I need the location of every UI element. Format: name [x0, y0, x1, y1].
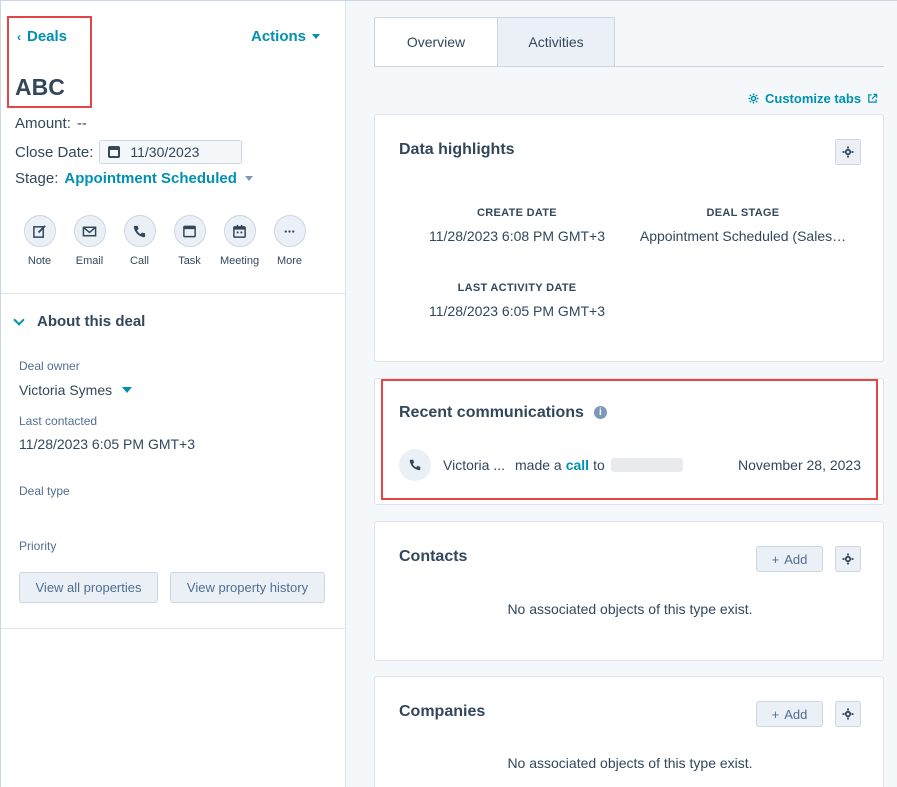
actions-dropdown[interactable]: Actions	[251, 28, 321, 45]
note-action[interactable]: Note	[23, 215, 56, 267]
meeting-action[interactable]: Meeting	[219, 215, 260, 267]
deal-owner-value: Victoria Symes	[19, 382, 113, 398]
deal-type-label: Deal type	[19, 484, 70, 498]
data-highlights-card: Data highlights CREATE DATE 11/28/2023 6…	[374, 114, 884, 362]
call-label: Call	[130, 255, 149, 267]
deal-owner-label: Deal owner	[19, 359, 80, 373]
create-date-value: 11/28/2023 6:08 PM GMT+3	[428, 228, 605, 244]
tab-bar: Overview Activities	[374, 17, 615, 67]
about-section-toggle[interactable]: About this deal	[13, 313, 146, 330]
deal-owner-dropdown[interactable]: Victoria Symes	[19, 382, 133, 398]
close-date-input[interactable]: 11/30/2023	[99, 140, 243, 164]
email-action[interactable]: Email	[73, 215, 106, 267]
gear-icon	[842, 146, 854, 158]
companies-card: Companies + Add No associated objects of…	[374, 676, 884, 787]
gear-icon	[842, 553, 854, 565]
amount-label: Amount:	[15, 115, 71, 132]
highlight-box-communications	[381, 379, 878, 500]
customize-tabs-label: Customize tabs	[765, 91, 862, 106]
actions-label: Actions	[251, 28, 307, 45]
caret-down-icon	[244, 176, 253, 181]
last-contacted-value: 11/28/2023 6:05 PM GMT+3	[19, 436, 196, 452]
highlights-settings-button[interactable]	[835, 139, 861, 165]
about-title: About this deal	[37, 313, 146, 330]
chevron-down-icon	[13, 313, 25, 326]
tab-activities[interactable]: Activities	[498, 17, 615, 67]
more-action[interactable]: More	[273, 215, 306, 267]
amount-row: Amount: --	[15, 115, 87, 132]
caret-down-icon	[122, 387, 133, 393]
more-label: More	[276, 255, 303, 267]
add-contact-button[interactable]: + Add	[756, 546, 823, 572]
gear-icon	[842, 708, 854, 720]
stage-dropdown[interactable]: Appointment Scheduled	[64, 170, 253, 187]
close-date-label: Close Date:	[15, 143, 94, 161]
add-contact-label: Add	[784, 551, 808, 567]
meeting-label: Meeting	[219, 255, 260, 267]
quick-actions-bar: Note Email Call Task Meeting More	[23, 215, 306, 267]
add-company-button[interactable]: + Add	[756, 701, 823, 727]
close-date-value: 11/30/2023	[130, 144, 200, 160]
companies-empty-message: No associated objects of this type exist…	[507, 755, 753, 771]
stage-label: Stage:	[15, 170, 59, 187]
highlight-box-header	[7, 16, 92, 108]
create-date-label: CREATE DATE	[477, 207, 557, 219]
task-action[interactable]: Task	[173, 215, 206, 267]
last-contacted-label: Last contacted	[19, 414, 98, 428]
record-sidebar: ‹ Deals Actions ABC Amount: -- Close Dat…	[1, 1, 346, 787]
meeting-icon	[223, 215, 256, 247]
plus-icon: +	[771, 706, 780, 722]
companies-settings-button[interactable]	[835, 701, 861, 727]
stage-row: Stage: Appointment Scheduled	[15, 170, 253, 187]
view-all-properties-button[interactable]: View all properties	[19, 572, 158, 603]
record-main: Overview Activities Customize tabs Data …	[346, 1, 897, 787]
email-label: Email	[75, 255, 104, 267]
note-icon	[23, 215, 56, 247]
calendar-icon	[108, 146, 121, 158]
view-property-history-button[interactable]: View property history	[170, 572, 325, 603]
amount-value[interactable]: --	[77, 115, 87, 132]
contacts-card: Contacts + Add No associated objects of …	[374, 521, 884, 661]
last-activity-label: LAST ACTIVITY DATE	[457, 282, 577, 294]
email-icon	[73, 215, 106, 247]
data-highlights-title: Data highlights	[399, 141, 515, 158]
contacts-settings-button[interactable]	[835, 546, 861, 572]
task-icon	[173, 215, 206, 247]
deal-stage-label: DEAL STAGE	[706, 207, 780, 219]
priority-label: Priority	[19, 539, 57, 553]
companies-title: Companies	[399, 703, 486, 720]
more-icon	[273, 215, 306, 247]
section-divider	[1, 293, 345, 294]
customize-tabs-link[interactable]: Customize tabs	[748, 91, 878, 106]
section-divider	[1, 628, 345, 629]
last-activity-value: 11/28/2023 6:05 PM GMT+3	[428, 303, 605, 319]
caret-down-icon	[312, 34, 321, 39]
contacts-empty-message: No associated objects of this type exist…	[507, 601, 753, 617]
contacts-title: Contacts	[399, 548, 468, 565]
add-company-label: Add	[784, 706, 808, 722]
close-date-row: Close Date: 11/30/2023	[15, 140, 243, 164]
gear-icon	[748, 93, 759, 104]
plus-icon: +	[771, 551, 780, 567]
call-icon	[123, 215, 156, 247]
task-label: Task	[178, 255, 201, 267]
stage-value: Appointment Scheduled	[64, 170, 237, 187]
note-label: Note	[27, 255, 52, 267]
tab-overview[interactable]: Overview	[374, 17, 498, 67]
deal-stage-value: Appointment Scheduled (Sales…	[639, 228, 847, 244]
call-action[interactable]: Call	[123, 215, 156, 267]
tab-underline	[374, 66, 884, 67]
external-link-icon	[868, 93, 878, 103]
